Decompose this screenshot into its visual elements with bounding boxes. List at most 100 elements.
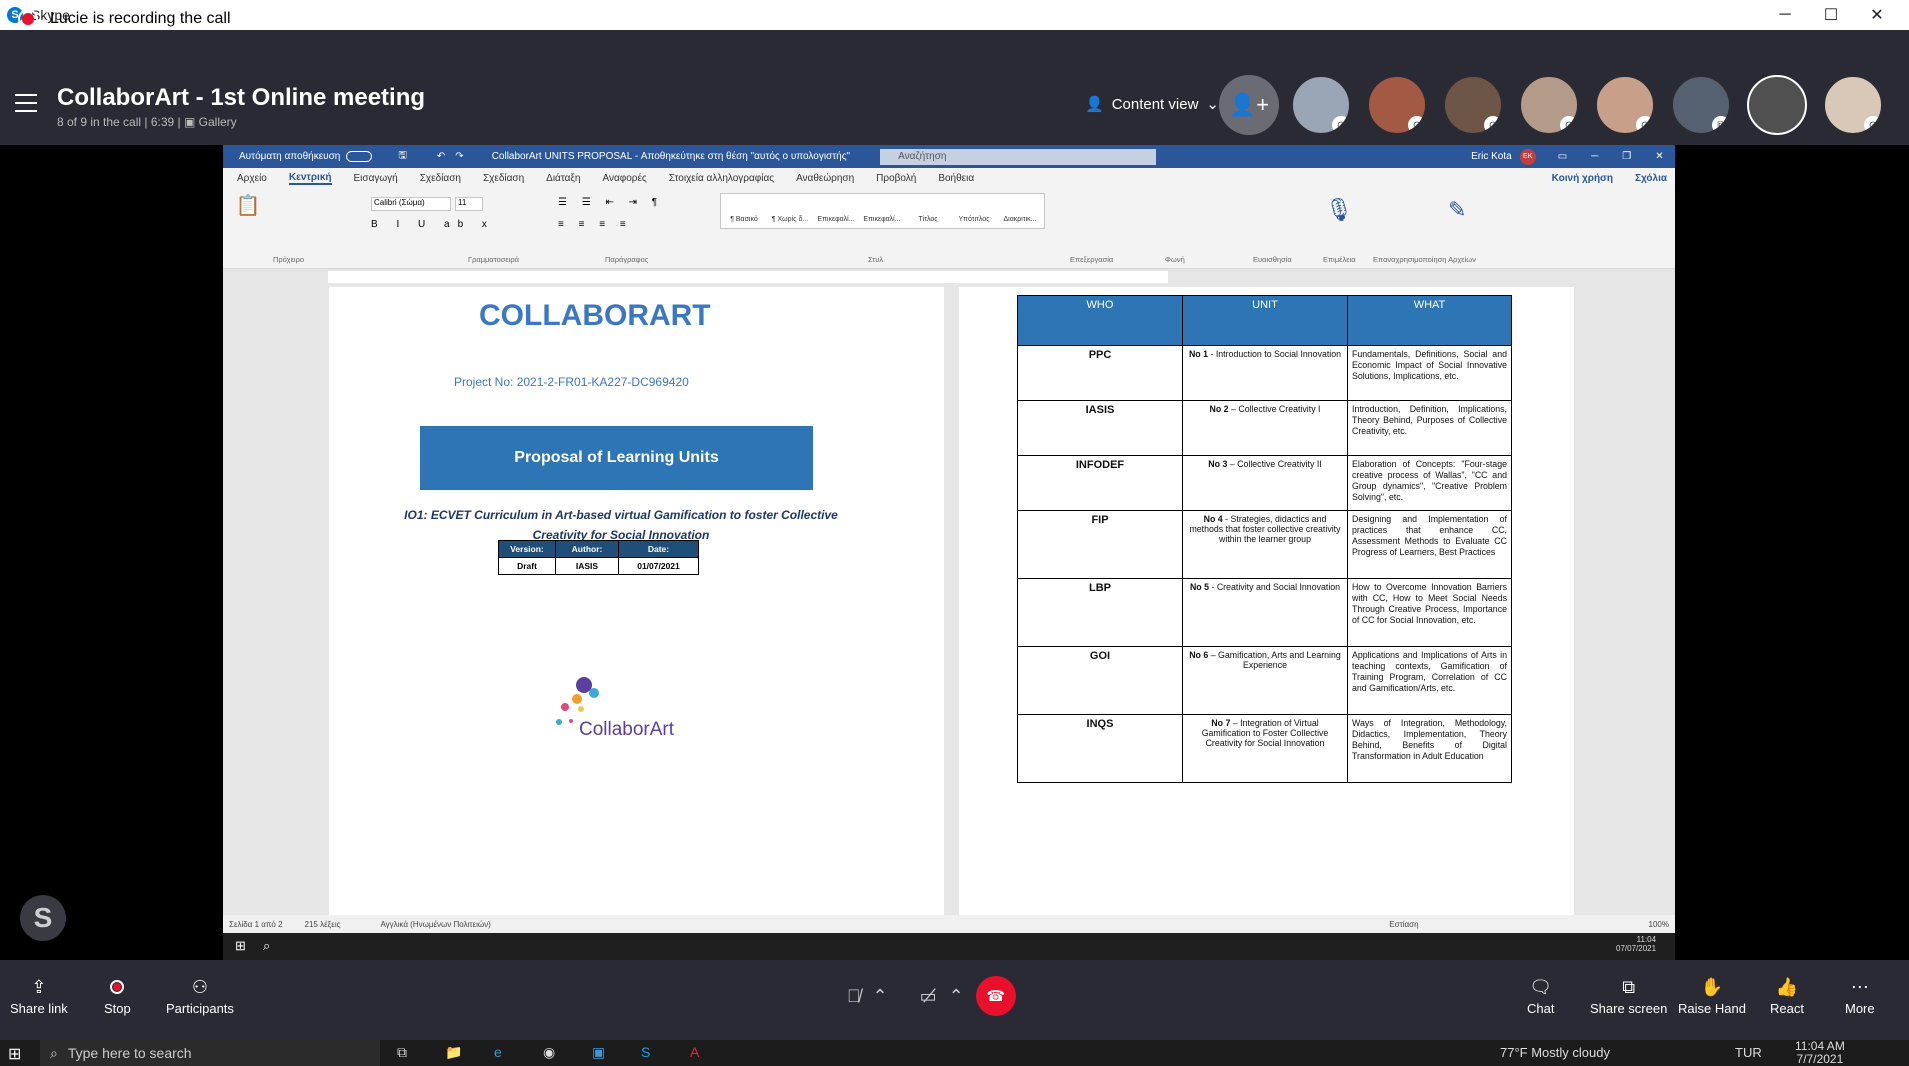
page-count[interactable]: Σελίδα 1 από 2 [229,920,283,929]
input-language[interactable]: TUR [1735,1045,1762,1060]
save-icon[interactable]: 🖫 [398,148,407,165]
chevron-up-icon[interactable]: ⌃ [949,986,964,1007]
tab-mailings[interactable]: Στοιχεία αλληλογραφίας [669,173,774,184]
tab-help[interactable]: Βοήθεια [938,173,974,184]
word-count[interactable]: 215 λέξεις [305,920,341,929]
word-minimize-button[interactable]: ─ [1591,151,1598,162]
style-heading1[interactable]: Επικεφαλί... [813,194,859,228]
editor-icon[interactable]: ✎ [1448,197,1466,223]
participant-avatar[interactable]: ⊘ [1823,75,1883,135]
autosave-toggle[interactable] [346,151,373,162]
call-controls-bar: ⇪ Share link Stop ⚇ Participants 🎙̸ ⌃ ▭̸… [0,960,1909,1040]
raise-hand-button[interactable]: ✋ Raise Hand [1678,973,1746,1017]
comments-button[interactable]: Σχόλια [1635,173,1667,184]
tab-design[interactable]: Σχεδίαση [483,173,524,184]
participant-avatar[interactable]: ⧉ [1671,75,1731,135]
participant-avatar[interactable]: ⊘ [1291,75,1351,135]
maximize-button[interactable]: ☐ [1808,0,1854,30]
zoom-level[interactable]: 100% [1649,920,1669,929]
table-row: IASIS No 2 – Collective Creativity I Int… [1017,400,1512,456]
stop-recording-button[interactable]: Stop [104,973,131,1016]
participant-avatar-active[interactable] [1747,75,1807,135]
units-table: WHO UNIT WHAT PPC No 1 - Introduction to… [1017,295,1512,783]
font-size-select[interactable]: 11 [455,197,483,211]
edge-icon[interactable]: e [494,1044,502,1060]
react-label: React [1770,1001,1804,1016]
system-clock[interactable]: 11:04 AM 7/7/2021 [1795,1040,1845,1066]
style-subtitle[interactable]: Υπότιτλος [951,194,997,228]
style-normal[interactable]: ¶ Βασικό [721,194,767,228]
focus-mode[interactable]: Εστίαση [1389,920,1418,929]
participant-avatar[interactable]: ⊘ [1367,75,1427,135]
tab-layout[interactable]: Διάταξη [546,173,580,184]
user-avatar[interactable]: EK [1519,148,1536,165]
task-view-icon[interactable]: ⧉ [397,1044,407,1061]
tab-draw[interactable]: Σχεδίαση [420,173,461,184]
acrobat-icon[interactable]: A [690,1044,699,1060]
hang-up-button[interactable]: ☎ [975,976,1016,1016]
font-name-select[interactable]: Calibri (Σώμα) [371,197,451,211]
style-title[interactable]: Τίτλος [905,194,951,228]
style-heading2[interactable]: Επικεφαλί... [859,194,905,228]
language-status[interactable]: Αγγλικά (Ηνωμένων Πολιτειών) [380,920,490,929]
zoom-app-icon[interactable]: ▣ [592,1044,605,1061]
participant-avatar[interactable]: ⊘ [1519,75,1579,135]
menu-icon[interactable] [15,94,37,112]
camera-off-icon[interactable]: ▭̸ [920,986,937,1007]
style-no-spacing[interactable]: ¶ Χωρίς δ... [767,194,813,228]
share-screen-button[interactable]: ⧉ Share screen [1590,973,1667,1017]
participants-button[interactable]: ⚇ Participants [166,973,234,1017]
share-button[interactable]: Κοινή χρήση [1552,173,1613,184]
chrome-icon[interactable]: ◉ [543,1044,555,1061]
chat-button[interactable]: 🗨 Chat [1527,973,1554,1017]
date-value: 01/07/2021 [618,557,699,575]
unit-title: – Collective Creativity II [1227,459,1322,469]
minimize-button[interactable]: ─ [1762,0,1808,30]
style-subtle[interactable]: Διακριτικ... [997,194,1043,228]
document-page-1: COLLABORART Project No: 2021-2-FR01-KA22… [329,287,944,934]
windows-taskbar: ⊞ ⌕ Type here to search ⧉ 📁 e ◉ ▣ S A 77… [0,1040,1909,1066]
undo-icon[interactable]: ↶ [437,151,445,162]
shared-screen-word: Αυτόματη αποθήκευση 🖫 ↶ ↷ CollaborArt UN… [223,145,1675,960]
collaborart-logo-text: COLLABORART [479,299,711,332]
windows-start-icon[interactable]: ⊞ [8,1044,21,1064]
horizontal-ruler[interactable] [328,271,1168,283]
group-clipboard: Πρόχειρο [273,255,305,264]
word-close-button[interactable]: ✕ [1655,151,1663,162]
react-button[interactable]: 👍 React [1770,973,1804,1017]
tab-home[interactable]: Κεντρική [288,172,332,185]
weather-widget[interactable]: 77°F Mostly cloudy [1500,1045,1610,1060]
file-explorer-icon[interactable]: 📁 [445,1044,462,1061]
windows-start-icon: ⊞ [235,938,246,953]
chevron-up-icon[interactable]: ⌃ [873,986,888,1007]
paragraph-buttons[interactable]: ☰ ☰ ⇤ ⇥ ¶ [558,197,663,208]
word-restore-button[interactable]: ❐ [1622,151,1631,162]
gallery-label[interactable]: Gallery [199,115,237,129]
skype-taskbar-icon[interactable]: S [641,1044,650,1060]
unit-number: No 2 [1209,404,1229,414]
format-buttons[interactable]: B I U ab x [371,219,495,230]
dictate-icon[interactable]: 🎙 [1325,197,1353,223]
paste-icon[interactable]: 📋 [229,193,267,233]
participant-avatar[interactable]: ⊘ [1595,75,1655,135]
tab-review[interactable]: Αναθεώρηση [796,173,854,184]
tab-references[interactable]: Αναφορές [602,173,646,184]
taskbar-search-box[interactable]: ⌕ Type here to search [40,1040,380,1066]
align-buttons[interactable]: ≡ ≡ ≡ ≡ [558,219,632,230]
word-search-box[interactable]: Αναζήτηση [880,148,1157,165]
stop-label: Stop [104,1001,131,1016]
add-people-button[interactable]: 👤+ [1219,75,1279,135]
tab-view[interactable]: Προβολή [876,173,916,184]
mic-muted-icon[interactable]: 🎙̸ [847,986,861,1007]
ribbon-display-icon[interactable]: ▭ [1558,151,1567,162]
tab-insert[interactable]: Εισαγωγή [354,173,398,184]
group-font: Γραμματοσειρά [468,255,519,264]
participant-avatar[interactable]: ⊘ [1443,75,1503,135]
redo-icon[interactable]: ↷ [455,151,463,162]
share-link-button[interactable]: ⇪ Share link [10,973,68,1017]
close-button[interactable]: ✕ [1854,0,1900,30]
content-view-dropdown[interactable]: 👤 Content view ⌄ [1085,95,1219,114]
tab-file[interactable]: Αρχείο [237,173,267,184]
more-button[interactable]: ⋯ More [1845,973,1875,1017]
styles-gallery[interactable]: ¶ Βασικό ¶ Χωρίς δ... Επικεφαλί... Επικε… [720,193,1045,229]
